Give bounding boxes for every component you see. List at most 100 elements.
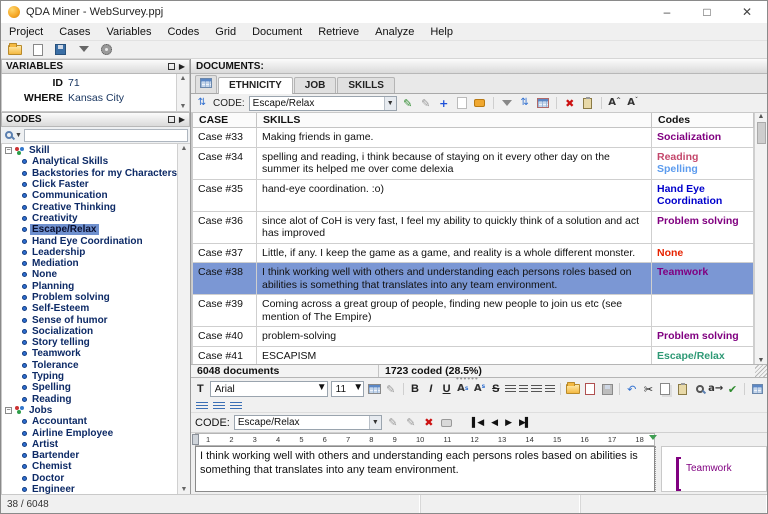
remove-coding-icon[interactable]: ✖ xyxy=(563,96,577,110)
code-tag-none[interactable]: None xyxy=(657,247,748,260)
menu-item-document[interactable]: Document xyxy=(244,26,310,38)
code-erase-pen-icon[interactable]: ✎ xyxy=(404,416,418,430)
collapse-icon[interactable]: − xyxy=(5,407,12,414)
tree-group-skill[interactable]: −Skill xyxy=(2,145,177,156)
tree-item-hand-eye-coordination[interactable]: Hand Eye Coordination xyxy=(2,235,177,246)
open-project-icon[interactable] xyxy=(7,43,22,56)
code-dropdown[interactable]: Escape/Relax ▼ xyxy=(249,96,397,111)
editor-code-dropdown[interactable]: Escape/Relax ▼ xyxy=(234,415,382,430)
properties-icon[interactable] xyxy=(750,382,764,396)
close-button[interactable]: ✕ xyxy=(727,1,767,23)
indent-increase-icon[interactable] xyxy=(213,402,225,411)
code-pen-icon[interactable]: ✎ xyxy=(386,416,400,430)
table-row[interactable]: Case #37Little, if any. I keep the game … xyxy=(193,243,754,263)
superscript-icon[interactable]: As xyxy=(473,382,487,396)
tree-item-problem-solving[interactable]: Problem solving xyxy=(2,292,177,303)
delete-page-icon[interactable] xyxy=(455,96,469,110)
next-record-icon[interactable]: ▶ xyxy=(505,417,511,428)
menu-item-variables[interactable]: Variables xyxy=(98,26,159,38)
tree-item-none[interactable]: None xyxy=(2,269,177,280)
table-report-icon[interactable] xyxy=(536,96,550,110)
first-record-icon[interactable]: ▌◀ xyxy=(472,417,483,428)
minimize-button[interactable]: – xyxy=(647,1,687,23)
column-header-skills[interactable]: SKILLS xyxy=(257,113,652,128)
code-highlight-icon[interactable]: ✎ xyxy=(401,96,415,110)
subscript-icon[interactable]: As xyxy=(456,382,470,396)
comment-icon[interactable] xyxy=(440,416,454,430)
scrollbar-thumb[interactable] xyxy=(757,122,766,144)
document-text-editor[interactable]: I think working well with others and und… xyxy=(195,446,655,492)
tree-item-communication[interactable]: Communication xyxy=(2,190,177,201)
tree-item-engineer[interactable]: Engineer xyxy=(2,484,177,494)
sort-cases-icon[interactable]: ⇅ xyxy=(195,96,209,110)
sort-codes-icon[interactable]: ⇅ xyxy=(518,96,532,110)
code-tag-escape-relax[interactable]: Escape/Relax xyxy=(657,350,748,363)
tab-grid-view[interactable] xyxy=(195,75,217,93)
tree-item-typing[interactable]: Typing xyxy=(2,371,177,382)
tree-item-airline-employee[interactable]: Airline Employee xyxy=(2,427,177,438)
resize-grip[interactable] xyxy=(755,365,767,377)
code-tag-problem-solving[interactable]: Problem solving xyxy=(657,330,748,343)
strikethrough-icon[interactable]: S xyxy=(489,383,502,395)
indent-marker-icon[interactable] xyxy=(192,434,199,445)
right-margin-marker-icon[interactable] xyxy=(649,435,657,444)
tree-item-backstories-for-my-characters[interactable]: Backstories for my Characters xyxy=(2,168,177,179)
table-row[interactable]: Case #34spelling and reading, i think be… xyxy=(193,147,754,179)
maximize-button[interactable]: □ xyxy=(687,1,727,23)
code-tag-reading[interactable]: Reading xyxy=(657,151,748,164)
code-tag-socialization[interactable]: Socialization xyxy=(657,131,748,144)
bullet-list-icon[interactable] xyxy=(196,402,208,411)
table-row[interactable]: Case #41ESCAPISMEscape/Relax xyxy=(193,346,754,364)
new-document-icon[interactable] xyxy=(30,43,45,56)
column-header-case[interactable]: CASE xyxy=(193,113,257,128)
tree-item-bartender[interactable]: Bartender xyxy=(2,450,177,461)
tree-item-leadership[interactable]: Leadership xyxy=(2,247,177,258)
tree-item-mediation[interactable]: Mediation xyxy=(2,258,177,269)
ruler[interactable]: 123456789101112131415161718 xyxy=(195,433,655,446)
align-right-icon[interactable] xyxy=(531,385,542,394)
code-tag-problem-solving[interactable]: Problem solving xyxy=(657,215,748,228)
tree-group-jobs[interactable]: −Jobs xyxy=(2,405,177,416)
paste-clipboard-icon[interactable] xyxy=(581,96,595,110)
tree-item-creativity[interactable]: Creativity xyxy=(2,213,177,224)
search-options-caret-icon[interactable]: ▼ xyxy=(15,132,22,139)
font-style-icon[interactable]: T xyxy=(194,383,207,395)
spellcheck-icon[interactable]: ✔ xyxy=(726,382,740,396)
insert-image-icon[interactable] xyxy=(583,382,597,396)
last-record-icon[interactable]: ▶▌ xyxy=(519,417,530,428)
tree-item-analytical-skills[interactable]: Analytical Skills xyxy=(2,156,177,167)
font-name-select[interactable]: Arial ▼ xyxy=(210,381,328,397)
collapse-icon[interactable]: − xyxy=(5,147,12,154)
tree-item-story-telling[interactable]: Story telling xyxy=(2,337,177,348)
table-row[interactable]: Case #33Making friends in game.Socializa… xyxy=(193,128,754,148)
maximize-panel-icon[interactable] xyxy=(168,63,175,70)
panel-menu-icon[interactable]: ▶ xyxy=(179,62,185,71)
table-row[interactable]: Case #39Coming across a great group of p… xyxy=(193,295,754,327)
tree-item-planning[interactable]: Planning xyxy=(2,281,177,292)
underline-icon[interactable]: U xyxy=(440,383,453,395)
tree-item-doctor[interactable]: Doctor xyxy=(2,473,177,484)
codes-tree-scrollbar[interactable]: ▲▼ xyxy=(177,144,190,494)
maximize-panel-icon[interactable] xyxy=(168,116,175,123)
panel-menu-icon[interactable]: ▶ xyxy=(179,115,185,124)
search-icon[interactable] xyxy=(5,131,13,139)
tree-item-socialization[interactable]: Socialization xyxy=(2,326,177,337)
tree-item-artist[interactable]: Artist xyxy=(2,439,177,450)
menu-item-analyze[interactable]: Analyze xyxy=(367,26,422,38)
align-left-icon[interactable] xyxy=(505,385,516,394)
remove-coding-icon[interactable]: ✖ xyxy=(422,416,436,430)
find-icon[interactable] xyxy=(692,382,706,396)
table-row[interactable]: Case #36since alot of CoH is very fast, … xyxy=(193,211,754,243)
comment-icon[interactable] xyxy=(473,96,487,110)
code-pen-icon[interactable]: ✎ xyxy=(419,96,433,110)
tree-item-teamwork[interactable]: Teamwork xyxy=(2,348,177,359)
table-scrollbar[interactable]: ▲▼ xyxy=(754,113,767,364)
tab-skills[interactable]: SKILLS xyxy=(337,77,395,93)
tab-job[interactable]: JOB xyxy=(294,77,337,93)
variables-scrollbar[interactable]: ▲▼ xyxy=(176,74,189,111)
tree-item-tolerance[interactable]: Tolerance xyxy=(2,360,177,371)
margin-code[interactable]: Teamwork xyxy=(676,457,766,491)
menu-item-retrieve[interactable]: Retrieve xyxy=(310,26,367,38)
filter-icon[interactable] xyxy=(76,43,91,56)
menu-item-help[interactable]: Help xyxy=(422,26,461,38)
